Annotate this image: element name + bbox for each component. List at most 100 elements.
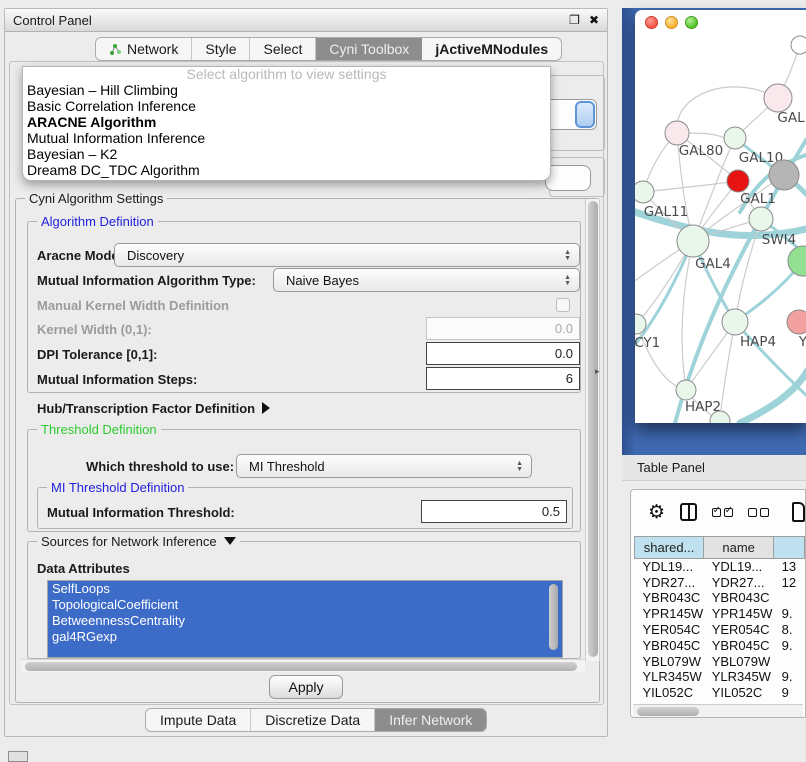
sources-legend-text: Sources for Network Inference xyxy=(41,534,217,549)
dpi-tolerance-label: DPI Tolerance [0,1]: xyxy=(37,347,157,362)
attribute-item[interactable]: gal4RGexp xyxy=(48,629,562,645)
network-edge[interactable] xyxy=(677,87,778,133)
table-row[interactable]: YPR145WYPR145W9. xyxy=(635,606,805,622)
network-desktop-background: GALGAL80GAL10GAL1GAL11GAL4SWI4HAP4YGCY1H… xyxy=(622,8,806,455)
algorithm-option[interactable]: Bayesian – K2 xyxy=(23,146,550,162)
sources-legend[interactable]: Sources for Network Inference xyxy=(37,534,240,549)
dpi-tolerance-field[interactable]: 0.0 xyxy=(426,342,580,365)
network-node-gal11[interactable] xyxy=(635,181,654,203)
settings-vscroll-track[interactable] xyxy=(585,199,600,661)
aracne-mode-combobox[interactable]: Discovery ▲▼ xyxy=(114,243,580,267)
network-edge[interactable] xyxy=(740,370,806,423)
manual-kernel-checkbox[interactable] xyxy=(556,298,570,312)
bottom-left-partial-button[interactable] xyxy=(8,751,28,762)
tab-label: jActiveMNodules xyxy=(435,41,548,57)
attributes-list-scrollbar[interactable] xyxy=(549,584,558,650)
network-canvas[interactable]: GALGAL80GAL10GAL1GAL11GAL4SWI4HAP4YGCY1H… xyxy=(635,10,806,423)
zoom-window-icon[interactable] xyxy=(685,16,698,29)
network-node-gal4[interactable] xyxy=(677,225,709,257)
table-row[interactable]: YBR043CYBR043C xyxy=(635,590,805,606)
mi-steps-label: Mutual Information Steps: xyxy=(37,372,197,387)
document-icon[interactable] xyxy=(792,502,805,522)
column-header[interactable] xyxy=(774,537,805,559)
network-icon xyxy=(109,43,122,56)
attribute-item[interactable]: SelfLoops xyxy=(48,581,562,597)
combobox-focused-arrow-button[interactable] xyxy=(575,101,595,128)
tab-style[interactable]: Style xyxy=(192,38,250,60)
table-row[interactable]: YBL079WYBL079W xyxy=(635,653,805,669)
table-data-field-fragment[interactable] xyxy=(545,165,591,191)
which-threshold-combobox[interactable]: MI Threshold ▲▼ xyxy=(236,454,532,478)
kernel-width-field[interactable]: 0.0 xyxy=(426,317,580,340)
table-row[interactable]: YDR27...YDR27...12 xyxy=(635,574,805,590)
tab-select[interactable]: Select xyxy=(250,38,316,60)
network-node-gal10[interactable] xyxy=(724,127,746,149)
tab-network[interactable]: Network xyxy=(96,38,192,60)
close-panel-icon[interactable]: ✖ xyxy=(589,14,599,26)
tab-cyni-toolbox[interactable]: Cyni Toolbox xyxy=(316,38,422,60)
mi-steps-field[interactable]: 6 xyxy=(426,367,580,390)
table-row[interactable]: YBR045CYBR045C9. xyxy=(635,637,805,653)
table-cell: YDR27... xyxy=(704,574,774,590)
close-window-icon[interactable] xyxy=(645,16,658,29)
table-hscroll[interactable] xyxy=(633,704,803,717)
table-row[interactable]: YDL19...YDL19...13 xyxy=(635,559,805,575)
unchecked-boxes-icon[interactable] xyxy=(748,508,769,517)
control-panel-title: Control Panel xyxy=(13,13,92,28)
column-header[interactable]: shared... xyxy=(635,537,704,559)
table-cell: YBL079W xyxy=(635,653,704,669)
minimize-window-icon[interactable] xyxy=(665,16,678,29)
gear-icon[interactable]: ⚙ xyxy=(648,503,665,522)
algorithm-option[interactable]: Mutual Information Inference xyxy=(23,130,550,146)
cyni-settings-legend: Cyni Algorithm Settings xyxy=(25,191,167,206)
hub-definition-label: Hub/Transcription Factor Definition xyxy=(37,401,255,416)
columns-icon[interactable] xyxy=(680,503,697,521)
network-node-hap2[interactable] xyxy=(676,380,696,400)
manual-kernel-label: Manual Kernel Width Definition xyxy=(37,298,229,313)
attribute-item[interactable] xyxy=(48,645,562,658)
network-node-swi4[interactable] xyxy=(788,246,806,276)
tab-impute-data[interactable]: Impute Data xyxy=(146,709,251,731)
checked-boxes-icon[interactable] xyxy=(712,508,733,517)
network-node-gal[interactable] xyxy=(764,84,792,112)
node-table[interactable]: shared...name YDL19...YDL19...13YDR27...… xyxy=(634,536,805,701)
algorithm-option[interactable]: Dream8 DC_TDC Algorithm xyxy=(23,162,550,178)
tab-jactivemnodules[interactable]: jActiveMNodules xyxy=(422,38,561,60)
table-cell: 8. xyxy=(774,622,805,638)
column-header[interactable]: name xyxy=(704,537,774,559)
mi-threshold-field[interactable]: 0.5 xyxy=(421,500,567,523)
node-label: SWI4 xyxy=(762,232,797,248)
attribute-item[interactable]: BetweennessCentrality xyxy=(48,613,562,629)
table-row[interactable]: YER054CYER054C8. xyxy=(635,622,805,638)
network-node-gal1[interactable] xyxy=(749,207,773,231)
tab-infer-network[interactable]: Infer Network xyxy=(375,709,486,731)
node-label: GAL xyxy=(777,110,805,126)
network-view-window[interactable]: GALGAL80GAL10GAL1GAL11GAL4SWI4HAP4YGCY1H… xyxy=(635,10,806,423)
network-node-y[interactable] xyxy=(787,310,806,334)
apply-button[interactable]: Apply xyxy=(269,675,343,699)
aracne-mode-value: Discovery xyxy=(127,248,184,263)
settings-hscroll-track[interactable] xyxy=(21,659,585,672)
table-row[interactable]: YIL052CYIL052C9 xyxy=(635,685,805,701)
node-label: Y xyxy=(798,334,806,350)
mi-threshold-value: 0.5 xyxy=(542,504,560,519)
algorithm-option[interactable]: ARACNE Algorithm xyxy=(23,114,550,130)
splitter-collapse-arrow[interactable]: ▸ xyxy=(595,366,600,377)
float-window-icon[interactable]: ❐ xyxy=(569,14,580,26)
network-node[interactable] xyxy=(769,160,799,190)
network-node-hap4[interactable] xyxy=(722,309,748,335)
mi-type-combobox[interactable]: Naive Bayes ▲▼ xyxy=(273,268,580,292)
network-edge[interactable] xyxy=(643,181,738,192)
data-attributes-list[interactable]: SelfLoopsTopologicalCoefficientBetweenne… xyxy=(47,580,563,658)
table-row[interactable]: YLR345WYLR345W9. xyxy=(635,669,805,685)
tab-discretize-data[interactable]: Discretize Data xyxy=(251,709,375,731)
attribute-item[interactable]: TopologicalCoefficient xyxy=(48,597,562,613)
network-node[interactable] xyxy=(727,170,749,192)
algorithm-option[interactable]: Bayesian – Hill Climbing xyxy=(23,82,550,98)
network-edge[interactable] xyxy=(720,322,735,421)
hub-definition-toggle[interactable]: Hub/Transcription Factor Definition xyxy=(37,401,270,416)
node-label: HAP4 xyxy=(740,334,776,350)
network-node-gal80[interactable] xyxy=(665,121,689,145)
algorithm-option[interactable]: Basic Correlation Inference xyxy=(23,98,550,114)
network-node[interactable] xyxy=(791,36,806,54)
